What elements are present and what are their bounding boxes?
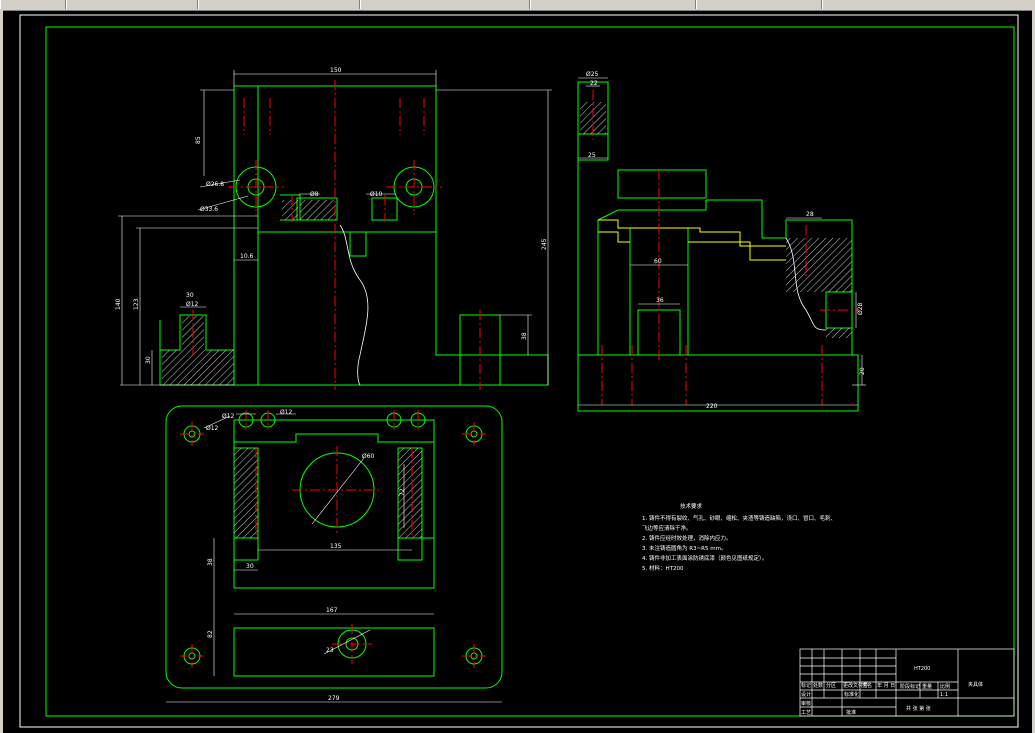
tb-label: 年 月 日 — [877, 682, 895, 689]
tb-label: 设计 — [801, 691, 811, 698]
dim-label: 150 — [330, 67, 342, 74]
taskbar-button[interactable] — [360, 0, 530, 9]
notes-line: 2. 铸件应经时效处理，消除内应力。 — [642, 534, 732, 542]
dim-label: 23 — [326, 647, 334, 654]
taskbar-spacer — [822, 0, 1035, 9]
dim-label: Ø33.6 — [200, 206, 218, 213]
dim-label: 245 — [541, 238, 548, 250]
dim-label: Ø28 — [857, 302, 864, 315]
taskbar-button[interactable] — [66, 0, 198, 9]
top-centerlines — [180, 410, 486, 668]
front-hatch-slot — [282, 200, 298, 220]
dim-label: 36 — [656, 297, 664, 304]
part-name-label: 夹具体 — [968, 681, 983, 688]
technical-notes: 技术要求 1. 铸件不得有裂纹、气孔、砂眼、缩松、夹渣等铸造缺陷，浇口、冒口、毛… — [642, 502, 836, 572]
dim-label: 220 — [706, 403, 718, 410]
dim-label: Ø12 — [206, 425, 219, 432]
dim-label: 30 — [186, 292, 194, 299]
scale-label: 1:1 — [940, 692, 948, 698]
dim-label: 28 — [806, 211, 814, 218]
tb-label: 重量 — [922, 683, 932, 690]
tb-label: 签名 — [862, 682, 872, 689]
dim-label: 22 — [590, 80, 598, 87]
notes-line: 5. 材料：HT200 — [642, 564, 684, 572]
dim-label: 30 — [246, 563, 254, 570]
dim-label: Ø12 — [222, 413, 235, 420]
dim-label: Ø12 — [280, 409, 293, 416]
dim-label: Ø26.8 — [206, 181, 224, 188]
dim-label: 30 — [145, 356, 152, 364]
tb-label: 分区 — [826, 682, 836, 689]
dim-label: 38 — [521, 332, 528, 340]
dim-label: Ø25 — [586, 71, 599, 78]
tb-label: 批准 — [846, 709, 856, 716]
dim-label: 72 — [399, 488, 406, 496]
top-dimensions — [166, 413, 502, 703]
front-hatch-slot2 — [300, 200, 336, 220]
tb-label: 共 张 第 张 — [906, 705, 931, 712]
notes-title: 技术要求 — [680, 502, 703, 510]
side-hatch-right — [786, 238, 852, 292]
dim-label: 20 — [859, 367, 866, 375]
dim-label: 38 — [207, 558, 214, 566]
taskbar-button[interactable] — [0, 0, 66, 9]
tb-label: 比例 — [940, 683, 950, 690]
dim-label: 10.6 — [240, 253, 254, 260]
taskbar-button[interactable] — [696, 0, 822, 9]
side-hidden-lines — [598, 219, 786, 261]
dim-label: Ø12 — [186, 301, 199, 308]
front-centerlines — [192, 80, 481, 390]
tb-label: 标准化 — [844, 691, 859, 698]
dim-label: 85 — [195, 136, 202, 144]
notes-line: 3. 未注铸造圆角为 R3~R5 mm。 — [642, 544, 726, 552]
dim-label: 135 — [330, 543, 342, 550]
material-label: HT200 — [914, 666, 930, 672]
taskbar-button[interactable] — [530, 0, 696, 9]
taskbar-button[interactable] — [198, 0, 360, 9]
dim-label: Ø60 — [362, 453, 375, 460]
tb-label: 标记 — [801, 682, 811, 689]
tb-label: 处数 — [813, 682, 823, 689]
cad-drawing-canvas[interactable]: 150 85 Ø26.8 Ø33.6 Ø8 Ø10 10.6 245 140 1… — [0, 10, 1035, 733]
dim-label: 167 — [326, 607, 338, 614]
dim-label: 82 — [207, 630, 214, 638]
front-hatch-lug — [162, 350, 234, 385]
front-view — [159, 85, 549, 386]
dim-label: 140 — [115, 298, 122, 310]
dim-label: 279 — [328, 695, 340, 702]
dim-label: Ø10 — [370, 191, 383, 198]
notes-line: 1. 铸件不得有裂纹、气孔、砂眼、缩松、夹渣等铸造缺陷，浇口、冒口、毛刺、 — [642, 514, 836, 522]
dim-label: Ø8 — [310, 191, 319, 198]
top-hatch-left — [234, 448, 258, 538]
dim-label: 25 — [588, 152, 596, 159]
dim-label: 60 — [654, 258, 662, 265]
dim-label: 123 — [133, 298, 140, 310]
tb-label: 工艺 — [801, 710, 811, 716]
side-hatch-right2 — [826, 328, 852, 338]
title-block-text: HT200 夹具体 1:1 标记 处数 分区 更改文件号 签名 年 月 日 设计… — [801, 666, 983, 716]
tb-label: 审核 — [801, 700, 811, 707]
notes-line: 飞边等应清除干净。 — [642, 524, 692, 532]
notes-line: 4. 铸件非加工表面涂防锈底漆（颜色见图纸规定）。 — [642, 554, 767, 562]
tb-label: 阶段标记 — [900, 683, 920, 690]
